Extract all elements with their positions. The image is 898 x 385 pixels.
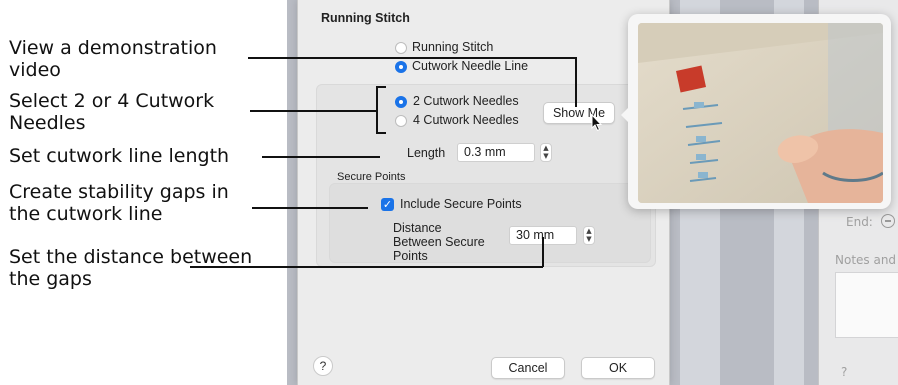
ok-button[interactable]: OK — [581, 357, 655, 379]
radio-cutwork-needle-line-label: Cutwork Needle Line — [412, 59, 529, 73]
radio-4-needles-label: 4 Cutwork Needles — [413, 113, 519, 127]
notes-label: Notes and — [835, 253, 897, 267]
radio-cutwork-needle-line[interactable] — [395, 61, 407, 73]
show-me-button[interactable]: Show Me — [543, 102, 615, 124]
line-distance-up — [542, 237, 544, 267]
include-secure-points-label: Include Secure Points — [400, 197, 522, 211]
line-gaps — [252, 207, 368, 209]
line-video-drop — [575, 57, 577, 107]
callout-video: View a demonstration video — [9, 37, 217, 81]
length-label: Length — [407, 146, 446, 160]
line-needles-bottom — [376, 132, 386, 134]
radio-2-cutwork-needles[interactable] — [395, 96, 407, 108]
video-popover — [621, 14, 891, 209]
radio-2-needles-label: 2 Cutwork Needles — [413, 94, 519, 108]
help-button[interactable]: ? — [313, 356, 333, 376]
dialog-title: Running Stitch — [321, 11, 410, 25]
distance-label: Distance Between Secure Points — [393, 221, 485, 263]
right-help[interactable]: ? — [841, 365, 847, 379]
radio-4-cutwork-needles[interactable] — [395, 115, 407, 127]
callout-gaps: Create stability gaps in the cutwork lin… — [9, 181, 229, 225]
radio-running-stitch[interactable] — [395, 42, 407, 54]
line-needles — [250, 110, 376, 112]
length-stepper-icon[interactable]: ▲ ▼ — [540, 143, 552, 162]
secure-points-group: ✓ Include Secure Points Distance Between… — [329, 183, 651, 263]
checkmark-icon[interactable]: ✓ — [381, 198, 394, 211]
line-needles-bracket — [376, 86, 378, 133]
demonstration-video[interactable] — [638, 23, 883, 203]
notes-box[interactable] — [835, 272, 898, 338]
radio-running-stitch-label: Running Stitch — [412, 40, 494, 54]
callout-distance: Set the distance between the gaps — [9, 246, 253, 290]
line-length — [262, 156, 380, 158]
cancel-button[interactable]: Cancel — [491, 357, 565, 379]
popover-arrow — [621, 107, 629, 123]
secure-points-section-label: Secure Points — [337, 171, 406, 183]
line-needles-top — [376, 86, 386, 88]
line-video — [248, 57, 576, 59]
length-field[interactable]: 0.3 mm — [457, 143, 535, 162]
pointer-cursor-icon — [591, 114, 603, 132]
minus-circle-icon[interactable] — [881, 214, 895, 228]
line-distance — [190, 266, 543, 268]
callout-needles: Select 2 or 4 Cutwork Needles — [9, 90, 215, 134]
callout-length: Set cutwork line length — [9, 145, 230, 167]
distance-stepper-icon[interactable]: ▲ ▼ — [583, 226, 595, 245]
end-label: End: — [846, 215, 873, 229]
